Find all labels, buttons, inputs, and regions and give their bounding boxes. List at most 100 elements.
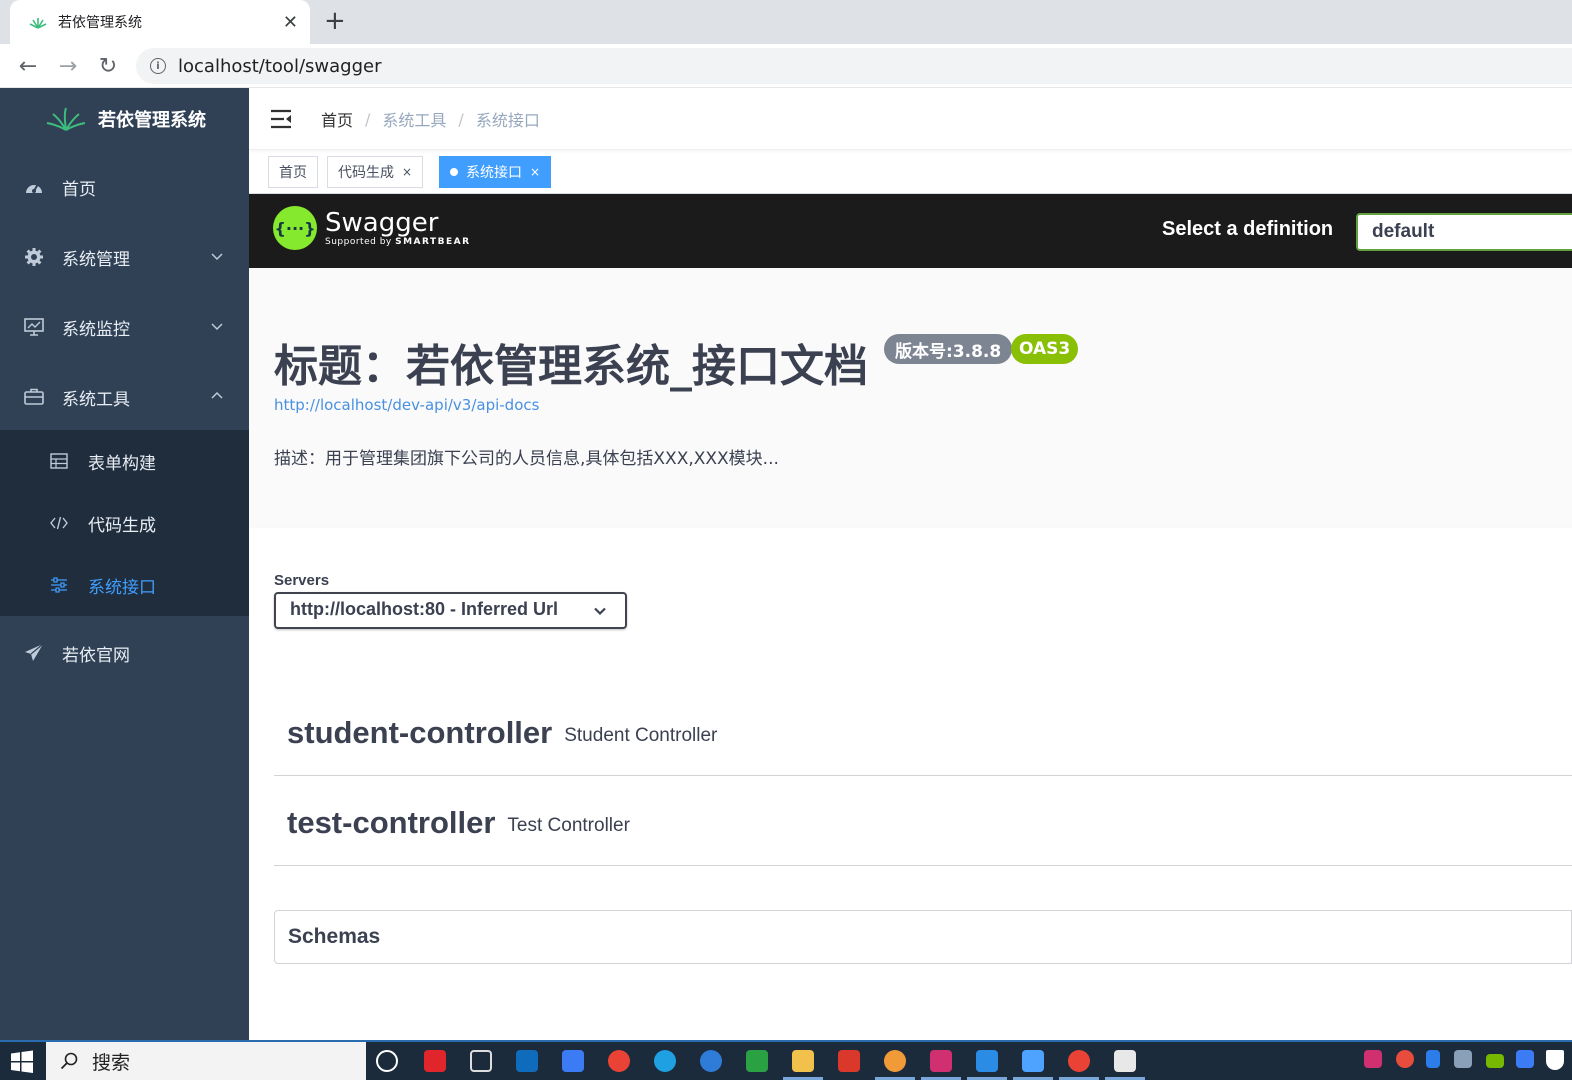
bluetooth-icon[interactable] xyxy=(1426,1050,1440,1068)
breadcrumb-home[interactable]: 首页 xyxy=(321,107,353,131)
address-bar[interactable]: i localhost/tool/swagger xyxy=(136,48,1572,84)
taskbar-search[interactable]: 搜索 xyxy=(46,1042,366,1080)
supported-by-text: Supported by xyxy=(325,237,392,247)
sidebar-item-system-management[interactable]: 系统管理 xyxy=(0,222,249,292)
swagger-supported-by: Supported by SMARTBEAR xyxy=(325,237,471,247)
tag-label: 代码生成 xyxy=(338,165,394,181)
browser-tabstrip: 若依管理系统 ✕ + xyxy=(0,0,1572,44)
api-docs-link[interactable]: http://localhost/dev-api/v3/api-docs xyxy=(274,396,539,414)
version-badge: 版本号:3.8.8 xyxy=(884,334,1013,364)
sidebar-item-label: 代码生成 xyxy=(88,515,156,536)
tag-system-api[interactable]: 系统接口 × xyxy=(439,156,552,188)
api-description: 描述：用于管理集团旗下公司的人员信息,具体包括XXX,XXX模块... xyxy=(274,449,779,469)
nvidia-icon[interactable] xyxy=(1486,1054,1504,1068)
search-icon xyxy=(60,1052,78,1070)
sidebar: 若依管理系统 首页 系统管理 系统监控 系统工具 表单构建 代码生成 系统接口 … xyxy=(0,88,249,1040)
chevron-down-icon xyxy=(594,607,606,616)
tags-view: 首页 代码生成 × 系统接口 × xyxy=(249,150,1572,194)
youdao-icon[interactable] xyxy=(424,1050,446,1072)
breadcrumb-separator: / xyxy=(365,109,371,129)
tag-home[interactable]: 首页 xyxy=(268,156,318,188)
xmind-icon[interactable] xyxy=(470,1050,492,1072)
security-shield-icon[interactable] xyxy=(1546,1050,1564,1070)
intellij-icon[interactable] xyxy=(930,1050,952,1072)
wps-icon[interactable] xyxy=(838,1050,860,1072)
browser-tab-title: 若依管理系统 xyxy=(58,15,142,31)
sidebar-item-label: 系统接口 xyxy=(88,577,156,598)
close-tab-icon[interactable]: ✕ xyxy=(283,12,298,33)
presentation-app-icon[interactable] xyxy=(1114,1050,1136,1072)
navbar: 首页 / 系统工具 / 系统接口 xyxy=(249,88,1572,150)
task-view-icon[interactable] xyxy=(376,1050,398,1072)
chrome-icon[interactable] xyxy=(608,1050,630,1072)
tag-label: 系统接口 xyxy=(466,165,522,181)
controller-name: test-controller xyxy=(287,804,496,840)
close-icon[interactable]: × xyxy=(530,165,540,179)
main-content: 首页 / 系统工具 / 系统接口 首页 代码生成 × 系统接口 × {···} … xyxy=(249,88,1572,1040)
new-tab-button[interactable]: + xyxy=(324,6,346,36)
back-icon[interactable]: ← xyxy=(14,52,42,80)
chevron-up-icon xyxy=(211,391,223,399)
swagger-logo-icon: {···} xyxy=(273,206,317,250)
windows-start-icon[interactable] xyxy=(10,1050,34,1074)
servers-select[interactable]: http://localhost:80 - Inferred Url xyxy=(274,592,627,629)
schemas-section[interactable]: Schemas xyxy=(274,910,1572,964)
address-url[interactable]: localhost/tool/swagger xyxy=(178,56,381,77)
gear-icon xyxy=(24,247,44,267)
breadcrumb-separator: / xyxy=(458,109,464,129)
servers-section: Servers http://localhost:80 - Inferred U… xyxy=(249,528,1572,666)
sidebar-logo-text: 若依管理系统 xyxy=(98,110,206,131)
sidebar-item-code-generation[interactable]: 代码生成 xyxy=(0,492,249,554)
sidebar-item-home[interactable]: 首页 xyxy=(0,152,249,222)
tray-notes-icon[interactable] xyxy=(1516,1050,1534,1068)
servers-label: Servers xyxy=(274,572,330,589)
site-info-icon[interactable]: i xyxy=(150,58,166,74)
swagger-logo[interactable]: {···} Swagger Supported by SMARTBEAR xyxy=(273,206,471,250)
tag-code-generation[interactable]: 代码生成 × xyxy=(327,156,424,188)
chrome-active-icon[interactable] xyxy=(1068,1050,1090,1072)
dashboard-icon xyxy=(24,177,44,197)
vscode-icon[interactable] xyxy=(976,1050,998,1072)
oas-badge: OAS3 xyxy=(1011,334,1079,364)
sliders-icon xyxy=(50,576,68,594)
sidebar-logo[interactable]: 若依管理系统 xyxy=(0,88,249,150)
edge-icon[interactable] xyxy=(654,1050,676,1072)
sidebar-item-ruoyi-website[interactable]: 若依官网 xyxy=(0,618,249,688)
sidebar-item-system-api[interactable]: 系统接口 xyxy=(0,554,249,616)
sidebar-item-label: 若依官网 xyxy=(62,645,130,666)
close-icon[interactable]: × xyxy=(402,165,412,179)
tray-intellij-icon[interactable] xyxy=(1364,1050,1382,1068)
sidebar-item-label: 首页 xyxy=(62,179,96,200)
kuaiyi-icon[interactable] xyxy=(700,1050,722,1072)
browser-tab[interactable]: 若依管理系统 ✕ xyxy=(10,0,310,44)
sidebar-item-form-builder[interactable]: 表单构建 xyxy=(0,430,249,492)
controller-student[interactable]: student-controller Student Controller xyxy=(274,690,1572,776)
paper-plane-icon xyxy=(24,643,44,663)
sidebar-item-system-tools[interactable]: 系统工具 xyxy=(0,362,249,432)
definition-select[interactable]: default xyxy=(1356,213,1572,251)
server-value: http://localhost:80 - Inferred Url xyxy=(290,599,559,619)
controller-name: student-controller xyxy=(287,714,553,750)
forward-icon[interactable]: → xyxy=(54,52,82,80)
swagger-info: 标题：若依管理系统_接口文档 版本号:3.8.8 OAS3 http://loc… xyxy=(249,268,1572,528)
tray-app-icon[interactable] xyxy=(1454,1050,1472,1068)
reload-icon[interactable]: ↻ xyxy=(94,52,122,80)
toolbox-icon xyxy=(24,387,44,407)
green-app-icon[interactable] xyxy=(746,1050,768,1072)
outlook-icon[interactable] xyxy=(516,1050,538,1072)
paint-app-icon[interactable] xyxy=(884,1050,906,1072)
notes-app-icon[interactable] xyxy=(562,1050,584,1072)
table-icon xyxy=(50,452,68,470)
sidebar-item-system-monitor[interactable]: 系统监控 xyxy=(0,292,249,362)
file-explorer-icon[interactable] xyxy=(792,1050,814,1072)
window-app-icon[interactable] xyxy=(1022,1050,1044,1072)
swagger-wordmark: Swagger Supported by SMARTBEAR xyxy=(325,209,471,247)
chevron-down-icon xyxy=(211,253,223,261)
controller-test[interactable]: test-controller Test Controller xyxy=(274,780,1572,866)
system-tools-submenu: 表单构建 代码生成 系统接口 xyxy=(0,430,249,616)
tray-record-icon[interactable] xyxy=(1396,1050,1414,1068)
breadcrumb-system-api: 系统接口 xyxy=(475,111,540,130)
controller-description: Test Controller xyxy=(507,814,630,836)
ruoyi-favicon-icon xyxy=(29,18,47,29)
hamburger-icon[interactable] xyxy=(269,108,293,130)
